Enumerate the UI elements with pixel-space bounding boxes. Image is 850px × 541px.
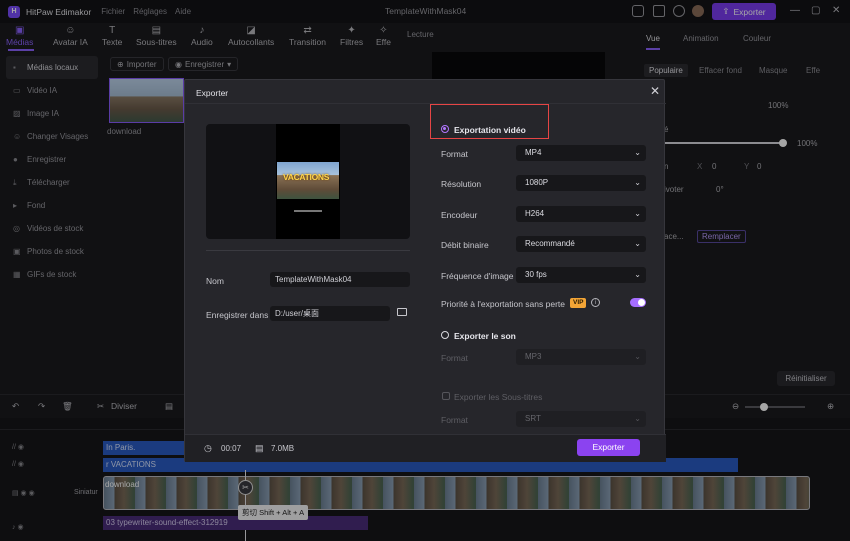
encoder-value: H264 bbox=[525, 209, 545, 218]
duration-value: 00:07 bbox=[221, 444, 242, 453]
preview-image: VACATIONS bbox=[277, 162, 339, 199]
chevron-down-icon: ⌄ bbox=[634, 414, 641, 423]
divider bbox=[185, 103, 666, 104]
resolution-label: Résolution bbox=[441, 179, 482, 189]
chevron-down-icon: ⌄ bbox=[634, 148, 641, 157]
preview-frame: VACATIONS bbox=[276, 124, 340, 239]
bitrate-value: Recommandé bbox=[525, 239, 575, 248]
subtitles-export-label: Exporter les Sous-titres bbox=[454, 392, 543, 402]
lossless-label: Priorité à l'exportation sans perte bbox=[441, 299, 565, 309]
folder-icon[interactable] bbox=[397, 308, 407, 316]
chevron-down-icon: ⌄ bbox=[634, 178, 641, 187]
highlight-box bbox=[430, 104, 549, 139]
name-input[interactable]: TemplateWithMask04 bbox=[270, 272, 410, 287]
encoder-label: Encodeur bbox=[441, 210, 478, 220]
chevron-down-icon: ⌄ bbox=[634, 209, 641, 218]
fps-value: 30 fps bbox=[525, 270, 547, 279]
chevron-down-icon: ⌄ bbox=[634, 239, 641, 248]
sound-export-label: Exporter le son bbox=[454, 331, 516, 341]
dialog-title: Exporter bbox=[196, 88, 229, 98]
save-location-input[interactable]: D:/user/桌面 bbox=[270, 306, 390, 321]
sound-export-radio[interactable] bbox=[441, 331, 449, 339]
chevron-down-icon: ⌄ bbox=[634, 352, 641, 361]
fps-label: Fréquence d'image bbox=[441, 271, 514, 281]
subtitle-format-label: Format bbox=[441, 415, 468, 425]
name-label: Nom bbox=[206, 276, 224, 286]
bitrate-label: Débit binaire bbox=[441, 240, 489, 250]
info-icon[interactable]: i bbox=[591, 298, 600, 307]
sound-format-label: Format bbox=[441, 353, 468, 363]
sound-format-value: MP3 bbox=[525, 352, 542, 361]
preview-subtitle-bar bbox=[294, 210, 322, 212]
vip-badge: VIP bbox=[570, 298, 587, 308]
clock-icon: ◷ bbox=[204, 443, 212, 453]
export-button[interactable]: Exporter bbox=[577, 439, 640, 456]
file-size-icon: ▤ bbox=[255, 443, 264, 453]
subtitle-format-select[interactable]: SRT ⌄ bbox=[516, 411, 646, 427]
preview-caption: VACATIONS bbox=[283, 172, 330, 182]
save-location-label: Enregistrer dans bbox=[206, 310, 269, 320]
close-icon[interactable]: ✕ bbox=[650, 84, 660, 98]
divider bbox=[206, 250, 410, 251]
export-dialog: Exporter ✕ VACATIONS Nom TemplateWithMas… bbox=[184, 79, 666, 462]
format-value: MP4 bbox=[525, 148, 542, 157]
fps-select[interactable]: 30 fps ⌄ bbox=[516, 267, 646, 283]
format-label: Format bbox=[441, 149, 468, 159]
resolution-select[interactable]: 1080P ⌄ bbox=[516, 175, 646, 191]
subtitles-checkbox[interactable] bbox=[442, 392, 450, 400]
editor-window: H HitPaw Edimakor Fichier Réglages Aide … bbox=[0, 0, 850, 541]
bitrate-select[interactable]: Recommandé ⌄ bbox=[516, 236, 646, 252]
subtitle-format-value: SRT bbox=[525, 414, 541, 423]
export-preview: VACATIONS bbox=[206, 124, 410, 239]
encoder-select[interactable]: H264 ⌄ bbox=[516, 206, 646, 222]
sound-format-select[interactable]: MP3 ⌄ bbox=[516, 349, 646, 365]
format-select[interactable]: MP4 ⌄ bbox=[516, 145, 646, 161]
lossless-toggle[interactable] bbox=[630, 298, 646, 307]
chevron-down-icon: ⌄ bbox=[634, 270, 641, 279]
file-size-value: 7.0MB bbox=[271, 444, 295, 453]
resolution-value: 1080P bbox=[525, 178, 549, 187]
